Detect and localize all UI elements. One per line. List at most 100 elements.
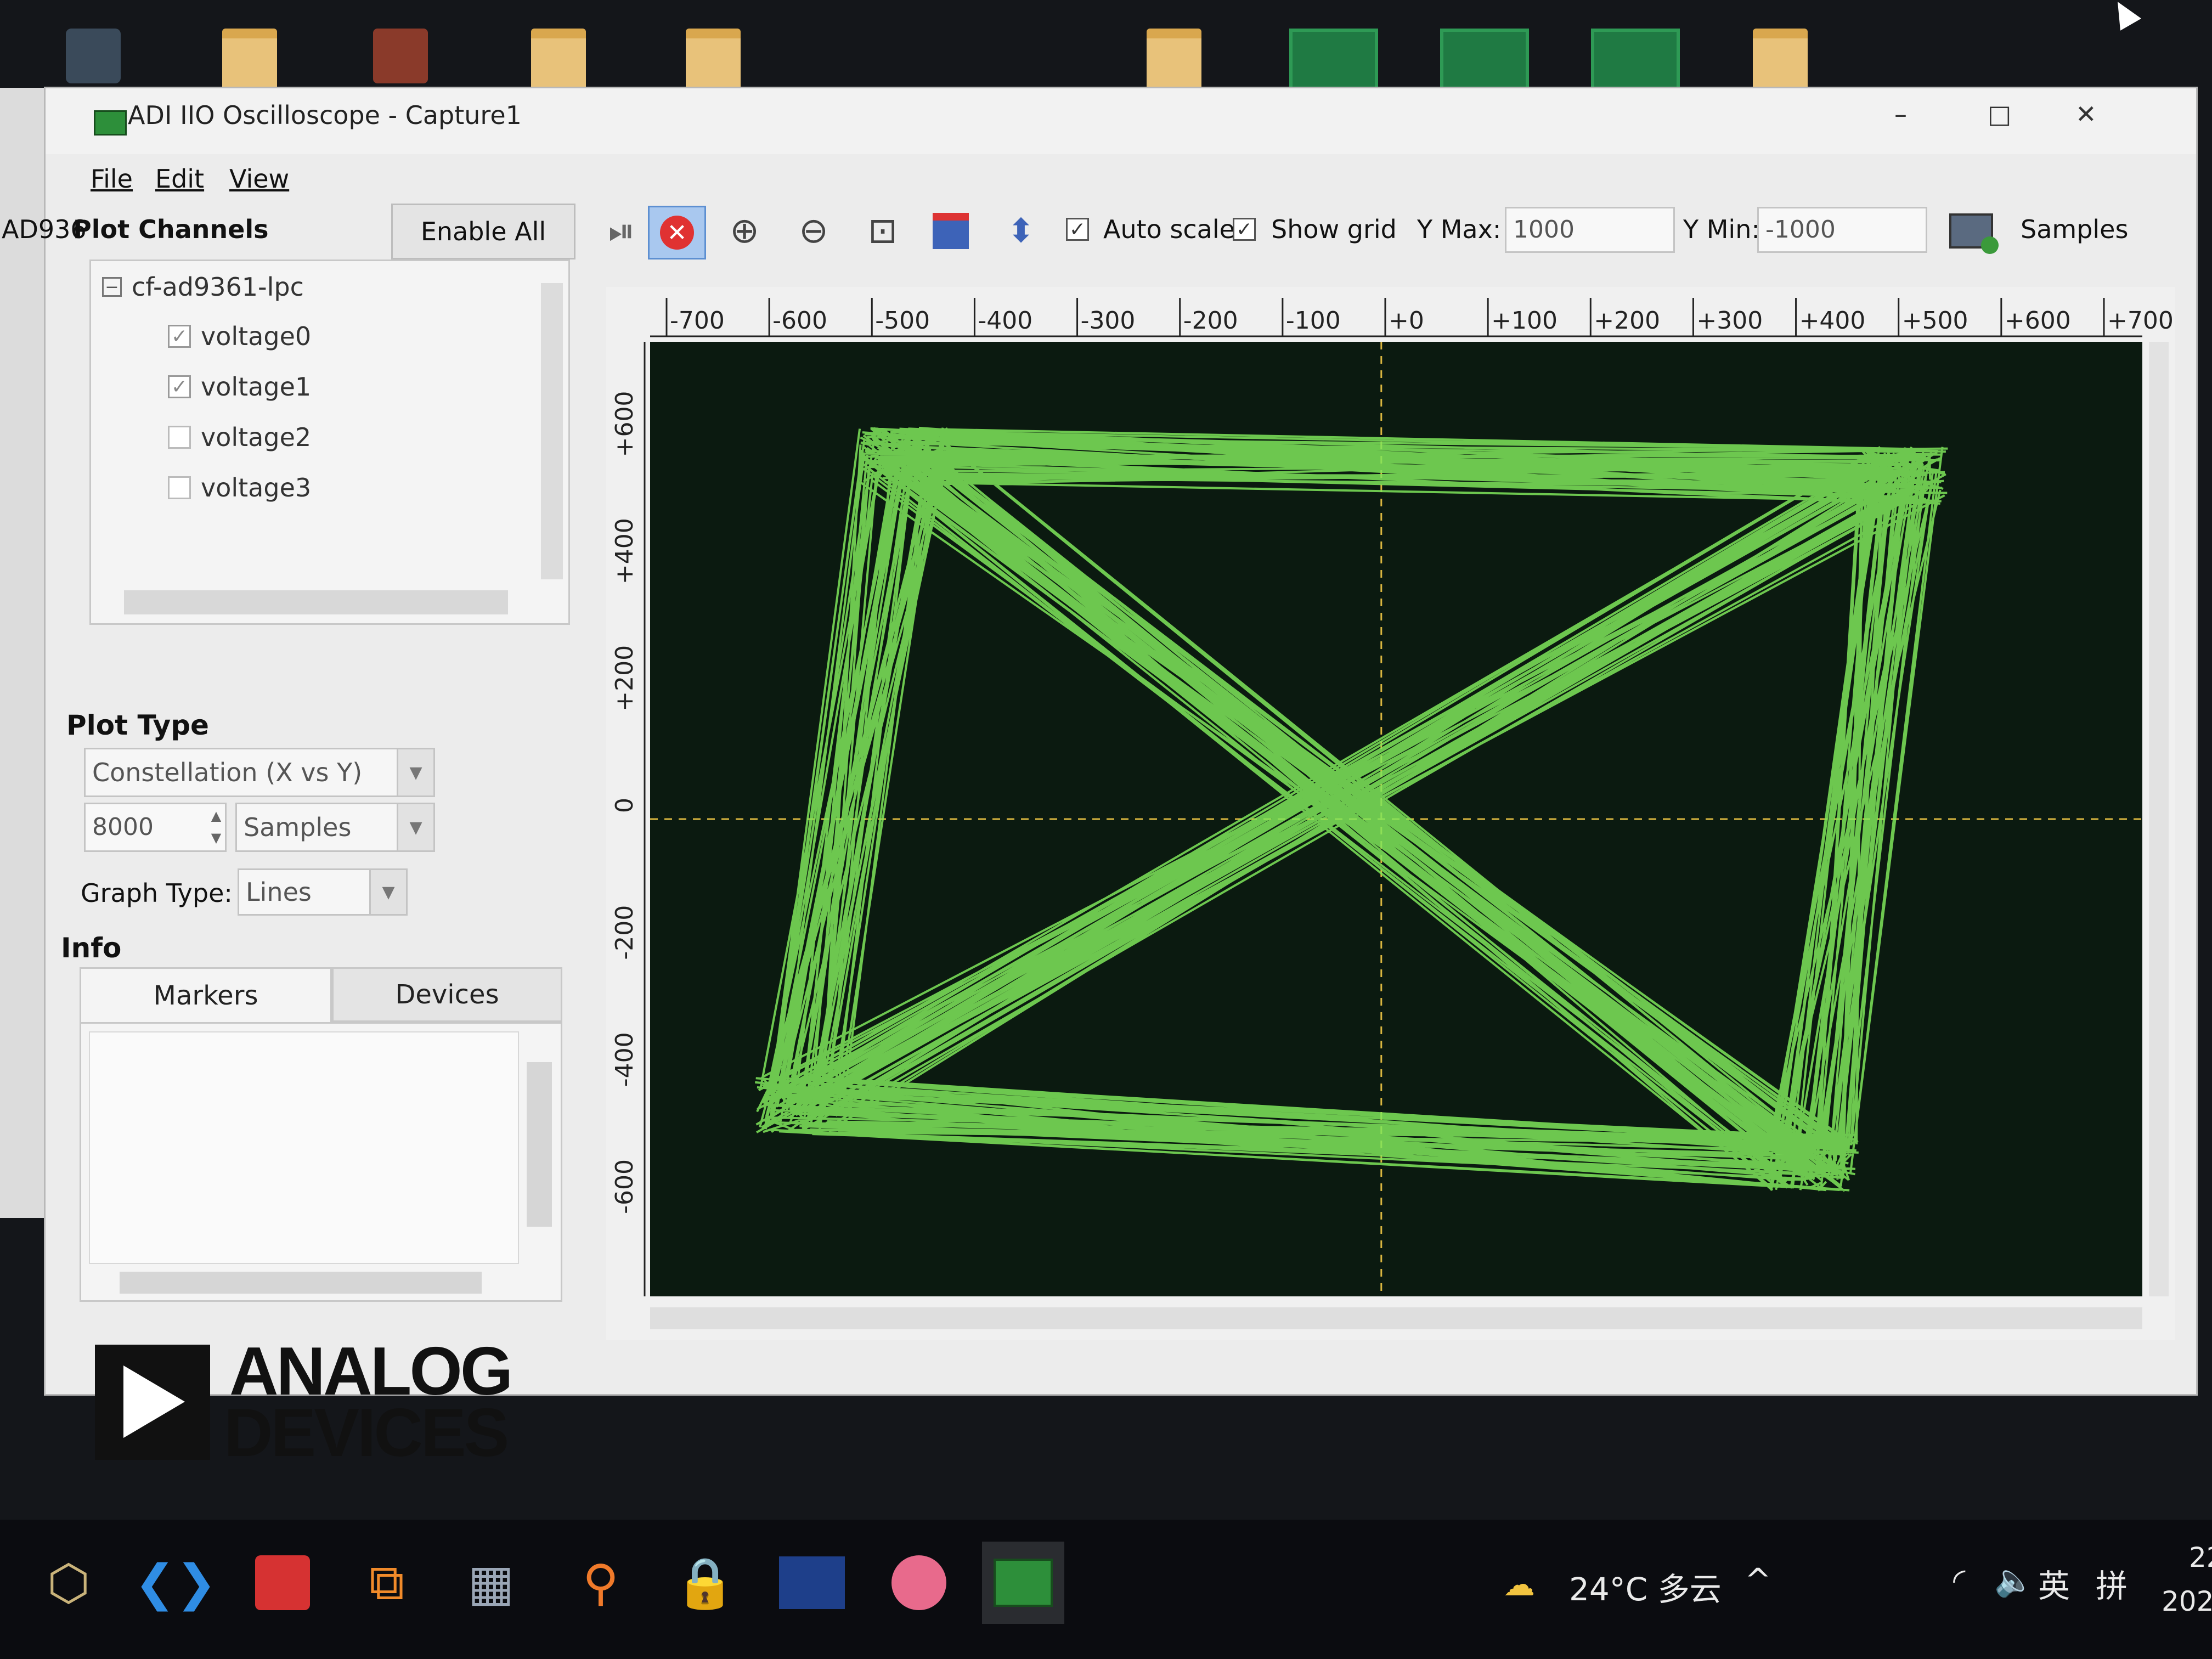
y-tick-label: +200 [611, 645, 639, 712]
y-tick-label: -400 [611, 1032, 639, 1087]
enable-all-label: Enable All [420, 217, 546, 246]
desktop-folder-icon[interactable] [686, 29, 741, 93]
zoom-out-icon[interactable]: ⊖ [786, 206, 841, 256]
tree-scrollbar-vertical[interactable] [541, 283, 563, 579]
collapse-icon[interactable]: − [102, 277, 122, 297]
constellation-plot[interactable]: -700 -600 -500 -400 -300 -200 -100 +0 +100 +200 +3… [606, 287, 2175, 1340]
show-grid-checkbox[interactable]: ✓ [1233, 218, 1256, 241]
weather-text[interactable]: 24°C 多云 [1569, 1564, 1722, 1610]
vscode-icon[interactable]: ❮❯ [134, 1542, 217, 1624]
chevron-down-icon: ▼ [369, 870, 406, 914]
window-switch-icon[interactable]: ⧉ [346, 1542, 428, 1624]
desktop-folder-icon[interactable] [531, 29, 586, 93]
desktop-board-icon[interactable] [1440, 29, 1529, 90]
auto-scale-checkbox[interactable]: ✓ [1066, 218, 1089, 241]
maximize-button[interactable]: □ [1988, 99, 2011, 129]
background-window [0, 88, 44, 1218]
y-tick-label: +600 [611, 391, 639, 458]
samples-label: Samples [2021, 215, 2129, 244]
weather-icon[interactable]: ☁ [1503, 1566, 1535, 1603]
x-tick-label: +100 [1491, 307, 1558, 335]
channel-checkbox[interactable]: ✓ [168, 325, 191, 348]
info-scroll-area [89, 1031, 519, 1264]
logo-text-line1: ANALOG [229, 1334, 513, 1409]
channel-label: voltage1 [201, 372, 312, 402]
menu-edit[interactable]: Edit [155, 164, 204, 194]
zoom-in-icon[interactable]: ⊕ [717, 206, 772, 256]
tab-markers[interactable]: Markers [80, 967, 332, 1022]
tree-scrollbar-horizontal[interactable] [124, 590, 508, 614]
fullscreen-icon[interactable]: ⬍ [994, 206, 1048, 256]
channel-label: voltage0 [201, 321, 312, 351]
device-node[interactable]: − cf-ad9361-lpc [102, 272, 304, 302]
sample-count-stepper[interactable]: ▲ ▼ [207, 805, 225, 850]
tray-volume-icon[interactable]: 🔈 [1994, 1561, 2034, 1599]
desktop-icon-tools[interactable] [373, 29, 428, 83]
info-content-area [80, 1022, 562, 1302]
device-manager-icon[interactable]: ▦ [450, 1542, 532, 1624]
desktop-folder-icon[interactable] [1753, 29, 1808, 93]
x-tick-label: -500 [875, 307, 930, 335]
sample-unit-select[interactable]: Samples ▼ [235, 803, 435, 852]
y-min-label: Y Min: [1683, 215, 1760, 244]
channel-item[interactable]: ✓ voltage1 [168, 372, 311, 402]
plot-type-select[interactable]: Constellation (X vs Y) ▼ [84, 748, 435, 797]
x-tick-label: -400 [978, 307, 1032, 335]
desktop-folder-icon[interactable] [1147, 29, 1201, 93]
stop-button[interactable]: ✕ [648, 206, 706, 259]
info-title: Info [61, 932, 122, 964]
channel-checkbox[interactable] [168, 476, 191, 499]
channel-label: voltage2 [201, 422, 312, 452]
menu-file[interactable]: File [91, 164, 133, 194]
sample-count-input[interactable]: 8000 [84, 803, 227, 852]
x-tick-label: -300 [1081, 307, 1136, 335]
lock-app-icon[interactable]: 🔒 [664, 1542, 746, 1624]
tab-devices[interactable]: Devices [332, 967, 562, 1022]
wave-app-icon[interactable] [771, 1542, 853, 1624]
tray-chevron-icon[interactable]: ^ [1745, 1561, 1771, 1599]
ime-mode-indicator[interactable]: 拼 [2096, 1560, 2128, 1606]
add-plot-icon[interactable] [1944, 206, 1999, 256]
enable-all-button[interactable]: Enable All [391, 204, 575, 259]
desktop-folder-icon[interactable] [222, 29, 277, 93]
graph-type-select[interactable]: Lines ▼ [238, 868, 408, 916]
channel-checkbox[interactable] [168, 426, 191, 449]
menu-view[interactable]: View [229, 164, 289, 194]
left-panel: − cf-ad9361-lpc ✓ voltage0 ✓ voltage1 vo… [46, 259, 572, 1467]
close-button[interactable]: ✕ [2075, 99, 2097, 129]
plot-type-title: Plot Type [66, 709, 209, 741]
plot-area[interactable]: -700 -600 -500 -400 -300 -200 -100 +0 +100 +200 +3… [606, 287, 2175, 1340]
show-grid-label: Show grid [1271, 215, 1397, 244]
plot-type-value: Constellation (X vs Y) [92, 758, 363, 787]
taskbar-app-icon[interactable]: ⬡ [27, 1542, 110, 1624]
avatar-app-icon[interactable] [878, 1542, 960, 1624]
analog-devices-logo: ANALOG DEVICES [95, 1334, 534, 1471]
desktop-icon-shield[interactable] [66, 29, 121, 83]
y-max-input[interactable]: 1000 [1505, 207, 1675, 253]
info-scrollbar-horizontal[interactable] [120, 1272, 482, 1294]
clock-date[interactable]: 2022 [2162, 1585, 2212, 1617]
channel-checkbox[interactable]: ✓ [168, 375, 191, 398]
zoom-fit-icon[interactable]: ⊡ [855, 206, 910, 256]
oscilloscope-taskbar-icon[interactable] [982, 1542, 1064, 1624]
x-tick-label: -100 [1286, 307, 1341, 335]
pdf-icon[interactable] [241, 1542, 324, 1624]
chevron-down-icon: ▼ [397, 749, 433, 795]
save-icon[interactable] [923, 206, 978, 256]
channel-item[interactable]: ✓ voltage0 [168, 321, 311, 351]
toolbar: AD936 Plot Channels Enable All ⏯ ✕ ⊕ ⊖ ⊡… [2, 199, 2196, 259]
y-min-input[interactable]: -1000 [1757, 207, 1927, 253]
step-icon[interactable]: ⏯ [594, 206, 649, 256]
info-scrollbar-vertical[interactable] [527, 1062, 552, 1227]
minimize-button[interactable]: – [1894, 99, 1907, 129]
ime-indicator[interactable]: 英 [2038, 1560, 2070, 1606]
desktop-board-icon[interactable] [1289, 29, 1378, 90]
search-icon[interactable]: ⚲ [560, 1542, 642, 1624]
desktop-board-icon[interactable] [1591, 29, 1680, 90]
clock-time[interactable]: 22 [2189, 1542, 2212, 1573]
x-tick-label: +0 [1389, 307, 1424, 335]
x-tick-label: -600 [772, 307, 827, 335]
tray-network-icon[interactable]: ◜ [1953, 1561, 1965, 1599]
channel-item[interactable]: voltage3 [168, 473, 311, 503]
channel-item[interactable]: voltage2 [168, 422, 311, 452]
